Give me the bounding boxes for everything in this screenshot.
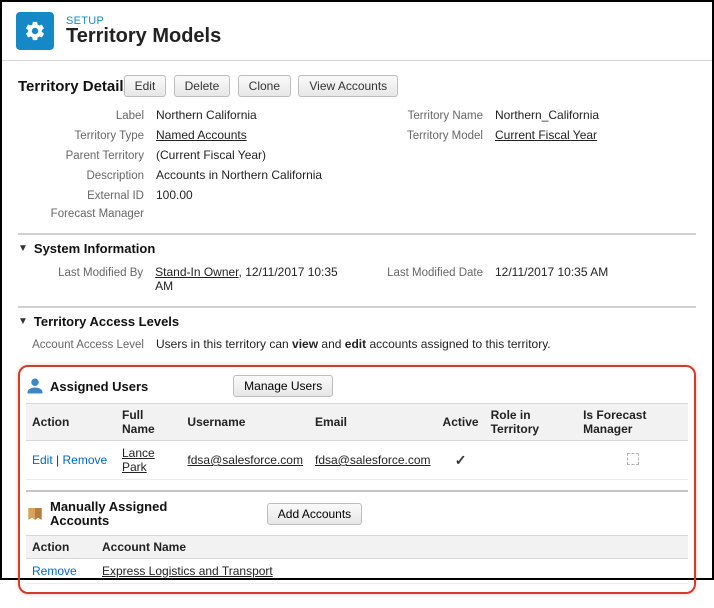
field-label-last-modified-by: Last Modified By	[18, 267, 155, 279]
territory-model-link[interactable]: Current Fiscal Year	[495, 128, 597, 142]
field-label-territory-type: Territory Type	[18, 130, 156, 142]
user-icon	[26, 377, 44, 395]
col-full-name: Full Name	[116, 404, 181, 441]
chevron-down-icon: ▼	[18, 243, 28, 254]
field-label-territory-model: Territory Model	[357, 130, 495, 142]
system-information-title: System Information	[34, 241, 155, 256]
field-label-parent-territory: Parent Territory	[18, 150, 156, 162]
related-lists-highlight: Assigned Users Manage Users Action Full …	[18, 365, 696, 594]
col-forecast-mgr: Is Forecast Manager	[577, 404, 688, 441]
main-content: Territory Detail Edit Delete Clone View …	[2, 61, 712, 608]
page-title: Territory Models	[66, 25, 221, 48]
field-value-external-id: 100.00	[156, 188, 193, 202]
table-row: Remove Express Logistics and Transport	[26, 558, 688, 583]
territory-access-levels-title: Territory Access Levels	[34, 314, 179, 329]
clone-button[interactable]: Clone	[238, 75, 291, 97]
territory-detail-heading: Territory Detail	[18, 78, 124, 95]
add-accounts-button[interactable]: Add Accounts	[267, 503, 362, 525]
field-value-label: Northern California	[156, 108, 257, 122]
user-username-link[interactable]: fdsa@salesforce.com	[187, 453, 303, 467]
col-role: Role in Territory	[485, 404, 578, 441]
field-label-external-id: External ID	[18, 190, 156, 202]
edit-user-link[interactable]: Edit	[32, 453, 53, 467]
manually-assigned-accounts-table: Action Account Name Remove Express Logis…	[26, 535, 688, 584]
last-modified-by-user-link[interactable]: Stand-In Owner	[155, 265, 238, 279]
field-value-description: Accounts in Northern California	[156, 168, 322, 182]
forecast-manager-checkbox[interactable]	[627, 453, 639, 465]
field-label-account-access-level: Account Access Level	[18, 339, 156, 351]
field-label-forecast-manager: Forecast Manager	[18, 208, 156, 220]
field-label-territory-name: Territory Name	[357, 110, 495, 122]
remove-user-link[interactable]: Remove	[62, 453, 107, 467]
user-full-name-link[interactable]: Lance Park	[122, 446, 155, 474]
book-icon	[26, 505, 44, 523]
col-email: Email	[309, 404, 437, 441]
field-label-last-modified-date: Last Modified Date	[357, 267, 495, 279]
col-action: Action	[26, 535, 96, 558]
assigned-users-title: Assigned Users	[50, 379, 148, 394]
account-name-link[interactable]: Express Logistics and Transport	[102, 564, 273, 578]
col-active: Active	[437, 404, 485, 441]
territory-type-link[interactable]: Named Accounts	[156, 128, 247, 142]
territory-access-levels-heading[interactable]: ▼ Territory Access Levels	[18, 314, 696, 329]
field-value-account-access-level: Users in this territory can view and edi…	[156, 337, 551, 351]
user-active-check: ✓	[437, 441, 485, 480]
chevron-down-icon: ▼	[18, 316, 28, 327]
assigned-users-table: Action Full Name Username Email Active R…	[26, 403, 688, 480]
user-email-link[interactable]: fdsa@salesforce.com	[315, 453, 431, 467]
field-value-parent-territory: (Current Fiscal Year)	[156, 148, 266, 162]
field-value-territory-name: Northern_California	[495, 108, 599, 122]
manage-users-button[interactable]: Manage Users	[233, 375, 333, 397]
system-information-heading[interactable]: ▼ System Information	[18, 241, 696, 256]
edit-button[interactable]: Edit	[124, 75, 167, 97]
remove-account-link[interactable]: Remove	[32, 564, 77, 578]
delete-button[interactable]: Delete	[174, 75, 231, 97]
gear-icon	[16, 12, 54, 50]
view-accounts-button[interactable]: View Accounts	[298, 75, 398, 97]
field-value-last-modified-date: 12/11/2017 10:35 AM	[495, 265, 608, 279]
field-label-description: Description	[18, 170, 156, 182]
col-account-name: Account Name	[96, 535, 688, 558]
page-header: SETUP Territory Models	[2, 2, 712, 61]
col-username: Username	[181, 404, 309, 441]
col-action: Action	[26, 404, 116, 441]
table-row: Edit | Remove Lance Park fdsa@salesforce…	[26, 441, 688, 480]
manually-assigned-accounts-title: Manually Assigned Accounts	[50, 500, 190, 529]
user-role	[485, 441, 578, 480]
field-label-label: Label	[18, 110, 156, 122]
